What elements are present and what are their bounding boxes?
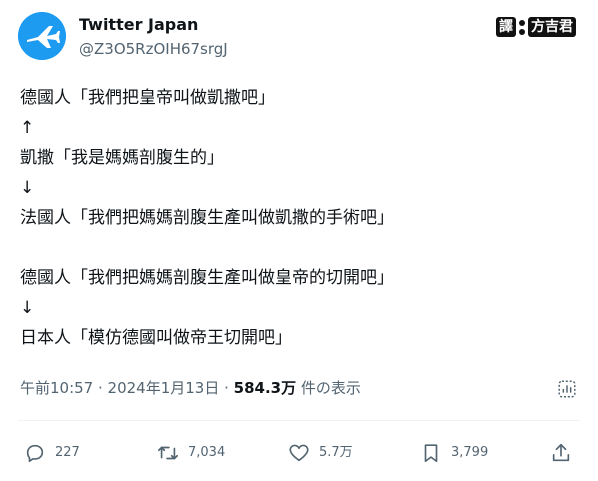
tweet-text: 德國人「我們把皇帝叫做凱撒吧」 ↑ 凱撒「我是媽媽剖腹生的」 ↓ 法國人「我們把… [20,83,580,353]
reply-icon [26,444,44,463]
reply-button[interactable]: 227 [24,440,80,466]
views-label: 件の表示 [296,379,361,397]
display-name[interactable]: Twitter Japan [79,15,198,35]
tweet-line: ↓ [20,178,35,198]
share-button[interactable] [550,440,572,466]
divider [18,420,580,421]
airplane-icon [18,12,66,60]
tweet-line: 法國人「我們把媽媽剖腹生產叫做凱撒的手術吧」 [20,208,394,228]
bookmark-icon [424,444,438,463]
tweet-line: ↓ [20,298,35,318]
heart-icon [289,444,309,462]
translator-badge: 譯 方吉君 [496,17,576,37]
retweet-icon [158,446,178,460]
bookmark-count: 3,799 [451,445,489,460]
analytics-icon[interactable] [556,378,578,400]
user-handle[interactable]: @Z3O5RzOIH67srgJ [79,39,228,59]
translator-badge-left: 譯 [496,17,516,37]
badge-separator [519,19,525,26]
tweet-timestamp[interactable]: 午前10:57 · 2024年1月13日 · [20,379,234,397]
like-button[interactable]: 5.7万 [288,440,353,466]
share-icon [552,443,570,462]
tweet-line: 德國人「我們把皇帝叫做凱撒吧」 [20,88,275,108]
tweet-line: 凱撒「我是媽媽剖腹生的」 [20,148,224,168]
retweet-count: 7,034 [188,445,226,460]
avatar[interactable] [18,12,66,60]
reply-count: 227 [55,445,80,460]
bookmark-button[interactable]: 3,799 [420,440,488,466]
tweet-meta: 午前10:57 · 2024年1月13日 · 584.3万 件の表示 [20,377,361,399]
like-count: 5.7万 [319,445,353,460]
views-count: 584.3万 [233,379,297,397]
translator-badge-right: 方吉君 [528,17,576,37]
tweet-line: 德國人「我們把媽媽剖腹生產叫做皇帝的切開吧」 [20,268,394,288]
retweet-button[interactable]: 7,034 [157,440,225,466]
tweet-line: 日本人「模仿德國叫做帝王切開吧」 [20,328,292,348]
tweet-line: ↑ [20,118,35,138]
